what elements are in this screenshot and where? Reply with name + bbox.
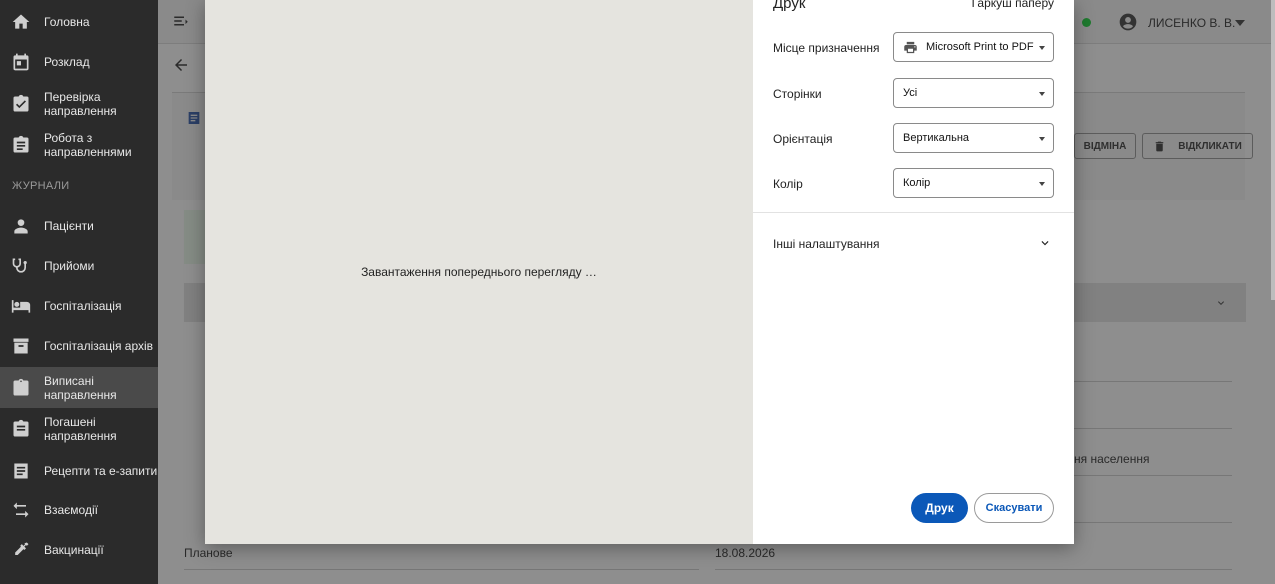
page-scrollbar[interactable] xyxy=(1271,0,1275,300)
sidebar-item-label: Госпіталізація архів xyxy=(44,339,154,353)
settings-divider xyxy=(753,212,1074,213)
field-divider xyxy=(715,569,1232,570)
clipboard-icon xyxy=(11,378,31,398)
chevron-down-icon xyxy=(1039,92,1045,96)
trash-icon xyxy=(1155,141,1164,151)
sidebar-item-label: Вакцинації xyxy=(44,543,104,557)
sidebar-item-interactions[interactable]: Взаємодії xyxy=(0,500,158,520)
sidebar-item-label: Перевірка направлення xyxy=(44,90,117,118)
sidebar-item-referral-work[interactable]: Робота з направленнями xyxy=(0,130,158,160)
date-value: 18.08.2026 xyxy=(715,546,776,560)
sidebar-item-schedule[interactable]: Розклад xyxy=(0,52,158,72)
chevron-down-icon[interactable] xyxy=(1215,296,1227,308)
sidebar-item-hospitalization[interactable]: Госпіталізація xyxy=(0,296,158,316)
sidebar-item-appointments[interactable]: Прийоми xyxy=(0,256,158,276)
person-icon xyxy=(11,216,31,236)
sidebar: Головна Розклад Перевірка направлення Ро… xyxy=(0,0,158,584)
sidebar-item-label: Пацієнти xyxy=(44,219,94,233)
sidebar-item-home[interactable]: Головна xyxy=(0,12,158,32)
field-divider xyxy=(184,569,699,570)
priority-value: Планове xyxy=(184,546,233,560)
preview-loading-text: Завантаження попереднього перегляду … xyxy=(361,265,597,279)
online-status-indicator xyxy=(1082,18,1091,27)
sidebar-item-hospitalization-archive[interactable]: Госпіталізація архів xyxy=(0,336,158,356)
sidebar-item-label: Прийоми xyxy=(44,259,95,273)
bed-icon xyxy=(11,296,31,316)
sidebar-item-label: Погашені направлення xyxy=(44,415,117,443)
dialog-title: Друк xyxy=(773,0,806,12)
more-settings-label: Інші налаштування xyxy=(773,237,880,251)
sidebar-item-label: Робота з направленнями xyxy=(44,131,132,159)
list-icon xyxy=(11,461,31,481)
archive-icon xyxy=(11,336,31,356)
sidebar-item-prescriptions[interactable]: Рецепти та е-запити xyxy=(0,456,158,486)
destination-label: Місце призначення xyxy=(773,41,880,55)
recall-button[interactable]: ВІДКЛИКАТИ xyxy=(1142,133,1253,159)
cancel-button[interactable]: Скасувати xyxy=(974,493,1054,523)
print-preview-area: Завантаження попереднього перегляду … xyxy=(205,0,753,544)
sidebar-item-label: Розклад xyxy=(44,55,90,69)
user-menu-caret-icon[interactable] xyxy=(1235,20,1245,26)
chevron-down-icon xyxy=(1039,182,1045,186)
color-select[interactable]: Колір xyxy=(893,168,1054,198)
pages-label: Сторінки xyxy=(773,87,822,101)
sidebar-section-journals: ЖУРНАЛИ xyxy=(12,180,70,192)
field-divider xyxy=(1074,428,1232,429)
sidebar-item-label: Взаємодії xyxy=(44,503,98,517)
sidebar-item-label: Головна xyxy=(44,15,90,29)
destination-select[interactable]: Microsoft Print to PDF xyxy=(893,32,1054,62)
population-field-value: ня населення xyxy=(1074,452,1150,466)
field-divider xyxy=(1074,381,1232,382)
account-icon[interactable] xyxy=(1118,12,1138,32)
field-divider xyxy=(1074,475,1232,476)
sidebar-item-closed-referrals[interactable]: Погашені направлення xyxy=(0,414,158,444)
user-name[interactable]: ЛИСЕНКО В. В. xyxy=(1148,16,1235,30)
printer-icon xyxy=(904,41,917,53)
pages-select[interactable]: Усі xyxy=(893,78,1054,108)
cancel-referral-button[interactable]: ВІДМІНА xyxy=(1074,133,1136,159)
chevron-down-icon xyxy=(1038,236,1052,250)
document-icon xyxy=(186,110,202,126)
sidebar-item-label: Виписані направлення xyxy=(44,373,117,402)
color-label: Колір xyxy=(773,177,803,191)
clipboard-list-icon xyxy=(11,135,31,155)
sidebar-item-label: Рецепти та е-запити xyxy=(44,464,158,478)
back-arrow-icon[interactable] xyxy=(172,56,190,74)
chevron-down-icon xyxy=(1039,46,1045,50)
syringe-icon xyxy=(11,540,31,560)
clipboard-check-icon xyxy=(11,94,31,114)
menu-collapse-icon[interactable] xyxy=(172,12,190,28)
sidebar-item-label: Госпіталізація xyxy=(44,299,122,313)
print-settings-panel: Друк Гаркуш паперу Місце призначення Mic… xyxy=(753,0,1074,544)
home-icon xyxy=(11,12,31,32)
clipboard-done-icon xyxy=(11,419,31,439)
sheets-count-label: Гаркуш паперу xyxy=(971,0,1054,10)
print-button[interactable]: Друк xyxy=(911,493,968,523)
calendar-icon xyxy=(11,52,31,72)
swap-icon xyxy=(11,500,31,520)
more-settings-toggle[interactable]: Інші налаштування xyxy=(753,226,1074,260)
stethoscope-icon xyxy=(11,256,31,276)
chevron-down-icon xyxy=(1039,137,1045,141)
sidebar-item-patients[interactable]: Пацієнти xyxy=(0,216,158,236)
field-divider xyxy=(1074,522,1232,523)
sidebar-item-vaccinations[interactable]: Вакцинації xyxy=(0,540,158,560)
orientation-label: Орієнтація xyxy=(773,132,833,146)
orientation-select[interactable]: Вертикальна xyxy=(893,123,1054,153)
sidebar-item-referral-check[interactable]: Перевірка направлення xyxy=(0,89,158,119)
print-dialog: Завантаження попереднього перегляду … Др… xyxy=(205,0,1074,544)
sidebar-item-issued-referrals[interactable]: Виписані направлення xyxy=(0,367,158,408)
